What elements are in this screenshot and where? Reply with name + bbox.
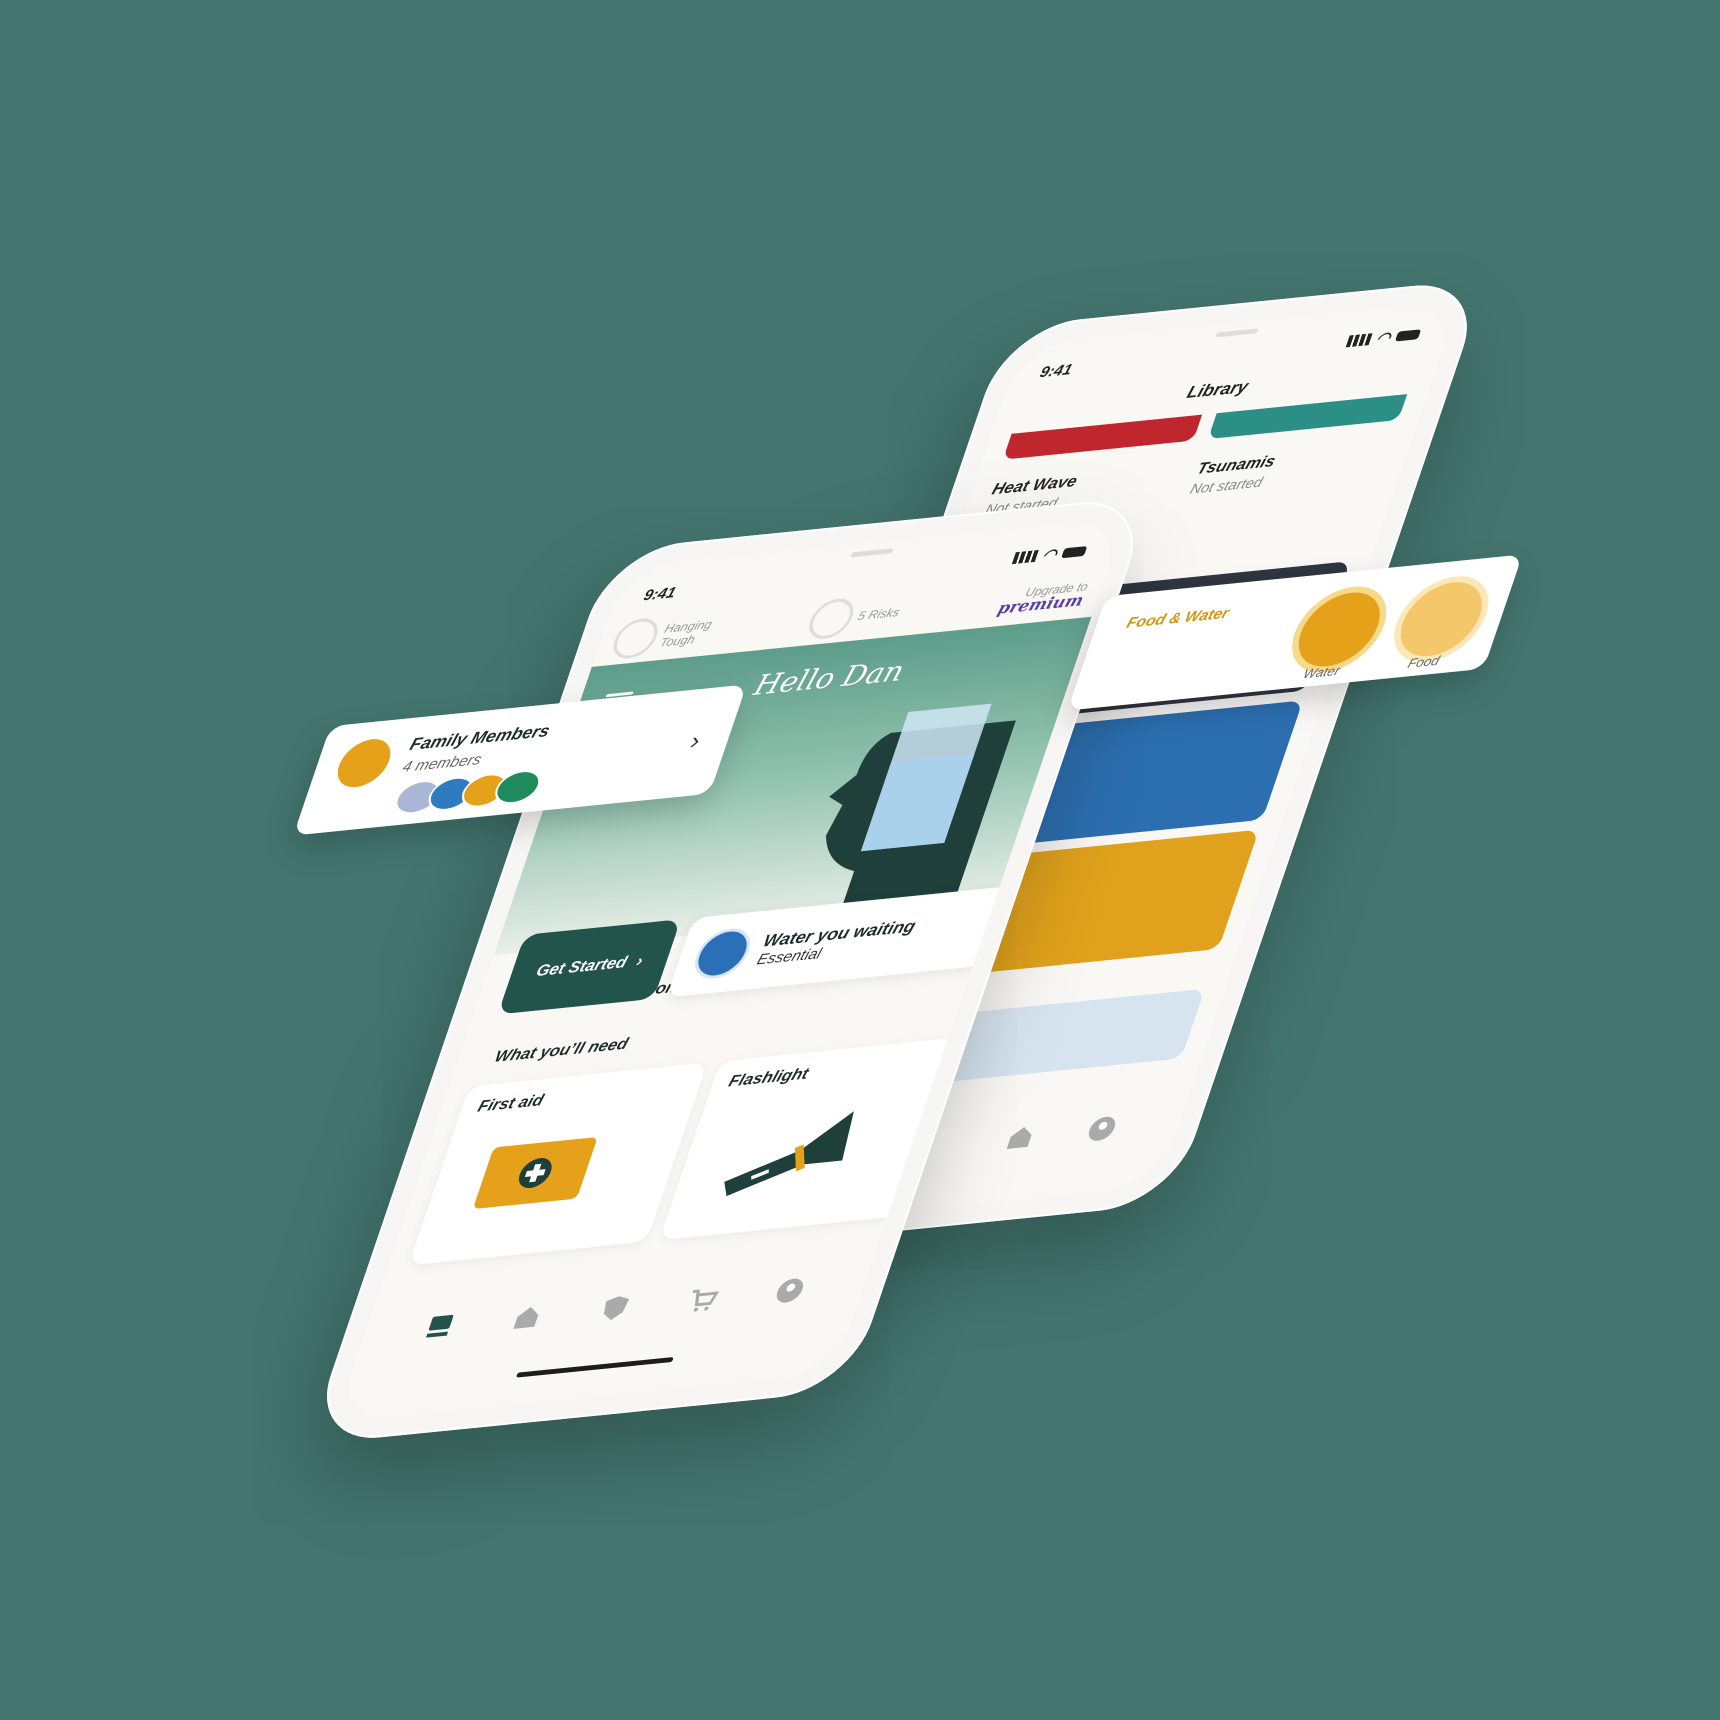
need-item-name: Flashlight bbox=[726, 1065, 811, 1091]
status-time: 9:41 bbox=[641, 583, 679, 604]
home-indicator[interactable] bbox=[515, 1356, 674, 1378]
heat-wave-thumbnail bbox=[1002, 414, 1203, 460]
status-icons: ◠ bbox=[1345, 325, 1423, 350]
bottom-nav bbox=[358, 1263, 871, 1353]
level-label-line2: Tough bbox=[657, 632, 697, 650]
shield-icon[interactable] bbox=[594, 1292, 635, 1325]
risks-label: 5 Risks bbox=[856, 605, 902, 624]
signal-icon bbox=[1011, 549, 1039, 565]
food-water-title: Food & Water bbox=[1124, 604, 1232, 632]
upgrade-link[interactable]: Upgrade to premium bbox=[995, 579, 1090, 617]
need-item-first-aid[interactable]: First aid bbox=[408, 1062, 708, 1266]
home-icon[interactable] bbox=[507, 1300, 548, 1333]
family-icon bbox=[330, 736, 398, 790]
wifi-icon: ◠ bbox=[1039, 545, 1060, 565]
need-heading: What you’ll need bbox=[492, 1035, 631, 1066]
signal-icon bbox=[1345, 333, 1373, 348]
status-time: 9:41 bbox=[1037, 360, 1075, 381]
cart-icon[interactable] bbox=[682, 1283, 723, 1316]
mountain-icon bbox=[608, 616, 664, 661]
family-subtitle: 4 members bbox=[399, 751, 484, 776]
family-title: Family Members bbox=[407, 721, 553, 755]
wifi-icon: ◠ bbox=[1373, 329, 1394, 348]
avatar-group bbox=[390, 768, 546, 817]
need-item-name: First aid bbox=[475, 1092, 546, 1116]
dashboard-icon[interactable] bbox=[419, 1309, 460, 1342]
need-list: First aid Flashlight bbox=[408, 1037, 959, 1266]
head-illustration bbox=[826, 703, 1017, 911]
tsunamis-thumbnail bbox=[1207, 394, 1408, 440]
food-label: Food bbox=[1405, 652, 1442, 671]
get-started-label: Get Started bbox=[533, 954, 630, 981]
chevron-right-icon: › bbox=[686, 727, 705, 755]
level-indicator[interactable]: Hanging Tough bbox=[608, 611, 716, 661]
status-icons: ◠ bbox=[1011, 542, 1089, 567]
library-item-tsunamis[interactable]: Tsunamis Not started bbox=[1188, 394, 1408, 497]
first-aid-kit-icon bbox=[474, 1137, 597, 1209]
battery-icon bbox=[1061, 546, 1088, 559]
home-icon[interactable] bbox=[1000, 1120, 1041, 1153]
risks-indicator[interactable]: 5 Risks bbox=[803, 592, 906, 641]
chevron-right-icon: › bbox=[633, 952, 646, 971]
water-drop-icon bbox=[688, 925, 758, 981]
battery-icon bbox=[1394, 329, 1422, 342]
water-label: Water bbox=[1301, 662, 1343, 682]
risks-icon bbox=[803, 596, 859, 641]
profile-icon[interactable] bbox=[1081, 1112, 1122, 1145]
mockup-scene: 9:41 ◠ Library Heat Wave Not started Tsu… bbox=[0, 0, 1720, 1720]
flashlight-icon bbox=[724, 1111, 854, 1197]
profile-icon[interactable] bbox=[769, 1274, 810, 1307]
